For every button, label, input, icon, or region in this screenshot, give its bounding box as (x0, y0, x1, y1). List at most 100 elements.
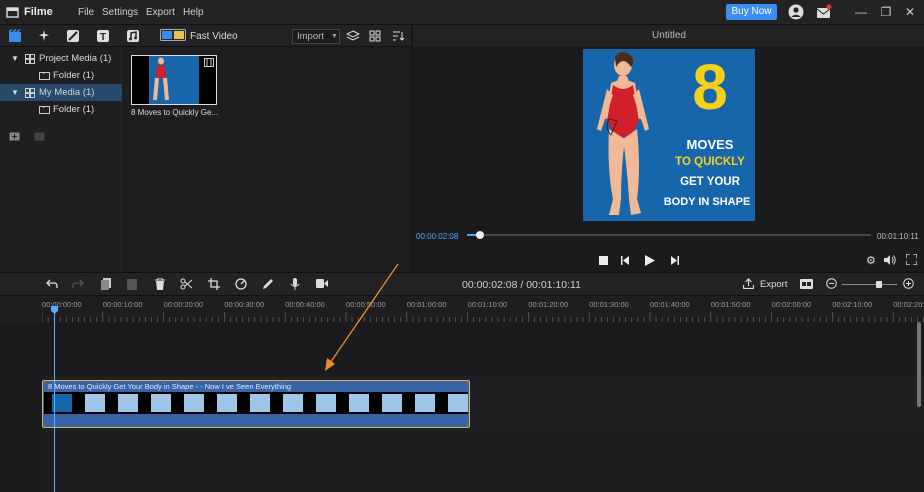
import-label: Import (297, 31, 324, 42)
menu-file[interactable]: File (78, 7, 94, 18)
stop-icon[interactable] (599, 256, 608, 265)
title-bar: Filme File Settings Export Help Buy Now … (0, 0, 924, 25)
minimize-icon[interactable]: — (853, 4, 869, 20)
volume-icon[interactable] (884, 255, 896, 265)
zoom-out-icon[interactable] (826, 278, 837, 289)
preview-scrubber-handle[interactable] (476, 231, 485, 239)
fast-video-icon[interactable] (160, 29, 186, 43)
clip-frame (382, 394, 402, 412)
notification-icon[interactable] (816, 4, 832, 20)
svg-text:T: T (100, 32, 106, 43)
music-icon[interactable] (126, 29, 140, 43)
play-icon[interactable] (645, 255, 655, 266)
ruler-tick-label: 00:01:00:00 (406, 300, 447, 309)
crop-icon[interactable] (208, 278, 220, 290)
delete-folder-icon[interactable] (34, 131, 46, 141)
settings-icon[interactable]: ⚙ (866, 254, 876, 267)
current-time: 00:00:02:08 (416, 232, 459, 241)
ruler-tick-label: 00:00:00:00 (42, 300, 82, 309)
media-thumbnail[interactable] (131, 55, 217, 105)
filme-logo-icon (6, 6, 19, 19)
microphone-icon[interactable] (290, 278, 300, 290)
poster-line: TO QUICKLY (675, 156, 745, 168)
media-toolbar: T Fast Video Import ▼ (0, 25, 411, 47)
split-icon[interactable] (180, 278, 192, 290)
preview-title: Untitled (413, 25, 924, 47)
restore-icon[interactable]: ❐ (878, 4, 894, 20)
clip-frame (85, 394, 105, 412)
fast-video-label[interactable]: Fast Video (190, 31, 238, 42)
tree-item-my-folder[interactable]: Folder (1) (0, 101, 122, 118)
grid-view-icon[interactable] (368, 29, 382, 43)
effects-icon[interactable] (37, 29, 51, 43)
prev-frame-icon[interactable] (621, 256, 631, 265)
tree-item-project-folder[interactable]: Folder (1) (0, 67, 122, 84)
clip-filmstrip (44, 392, 468, 414)
export-button[interactable]: Export (760, 279, 787, 290)
poster-line: BODY IN SHAPE (663, 196, 751, 208)
text-icon[interactable]: T (96, 29, 110, 43)
timeline-clip[interactable]: 8 Moves to Quickly Get Your Body in Shap… (42, 380, 470, 428)
ruler-tick-label: 00:01:50:00 (710, 300, 751, 309)
poster-number: 8 (692, 51, 728, 123)
copy-icon[interactable] (101, 278, 111, 290)
media-grid: 8 Moves to Quickly Ge... (123, 47, 411, 272)
clip-frame (283, 394, 303, 412)
close-icon[interactable]: ✕ (902, 4, 918, 20)
clip-frame (151, 394, 171, 412)
zoom-in-icon[interactable] (903, 278, 914, 289)
transition-icon[interactable] (66, 29, 80, 43)
add-folder-icon[interactable] (9, 131, 21, 141)
tree-label: Folder (1) (53, 104, 95, 115)
preview-progress-track[interactable] (467, 231, 871, 239)
playhead[interactable] (51, 306, 58, 492)
track-view-icon[interactable] (800, 279, 813, 289)
annotation-arrow (325, 263, 399, 371)
edit-icon[interactable] (262, 278, 274, 290)
clip-title: 8 Moves to Quickly Get Your Body in Shap… (48, 382, 292, 391)
timeline-ruler[interactable]: 00:00:00:00 00:00:10:00 00:00:20:00 00:00:3… (0, 296, 924, 322)
ruler-tick-label: 00:01:40:00 (650, 300, 690, 309)
next-frame-icon[interactable] (669, 256, 679, 265)
tree-item-project-media[interactable]: ▼ Project Media (1) (0, 50, 122, 67)
layers-icon[interactable] (346, 29, 360, 43)
menu-settings[interactable]: Settings (102, 7, 138, 18)
menu-help[interactable]: Help (183, 7, 204, 18)
folder-icon (39, 71, 50, 80)
tree-item-my-media[interactable]: ▼ My Media (1) (0, 84, 122, 101)
fullscreen-icon[interactable] (906, 254, 917, 265)
vertical-scrollbar[interactable] (917, 322, 921, 407)
clip-frame (217, 394, 237, 412)
menu-export[interactable]: Export (146, 7, 175, 18)
grid-folder-icon (25, 88, 35, 98)
sort-icon[interactable] (391, 29, 405, 43)
export-icon[interactable] (743, 278, 754, 289)
app-name: Filme (24, 6, 53, 18)
buy-now-button[interactable]: Buy Now (726, 4, 777, 20)
poster-line: GET YOUR (680, 176, 740, 188)
folder-icon (39, 105, 50, 114)
tree-label: Folder (1) (53, 70, 95, 81)
import-dropdown[interactable]: Import ▼ (292, 29, 340, 44)
clip-frame (118, 394, 138, 412)
zoom-slider[interactable] (842, 281, 897, 288)
delete-icon[interactable] (155, 278, 165, 290)
ruler-tick-label: 00:02:10:00 (832, 300, 873, 309)
zoom-slider-handle[interactable] (876, 281, 882, 288)
clip-frame (448, 394, 468, 412)
redo-icon[interactable] (72, 279, 84, 289)
clip-frame (415, 394, 435, 412)
media-icon[interactable] (8, 29, 22, 43)
clip-frame (316, 394, 336, 412)
grid-folder-icon (25, 54, 35, 64)
ruler-tick-label: 00:01:30:00 (589, 300, 629, 309)
ruler-tick-label: 00:00:30:00 (224, 300, 265, 309)
paste-icon[interactable] (127, 278, 137, 290)
total-time: 00:01:10:11 (877, 232, 919, 241)
timeline-timecode: 00:00:02:08 / 00:01:10:11 (462, 279, 581, 291)
film-icon (204, 58, 214, 67)
caret-down-icon: ▼ (11, 54, 19, 63)
speed-icon[interactable] (235, 278, 247, 290)
undo-icon[interactable] (46, 279, 58, 289)
account-icon[interactable] (788, 4, 804, 20)
